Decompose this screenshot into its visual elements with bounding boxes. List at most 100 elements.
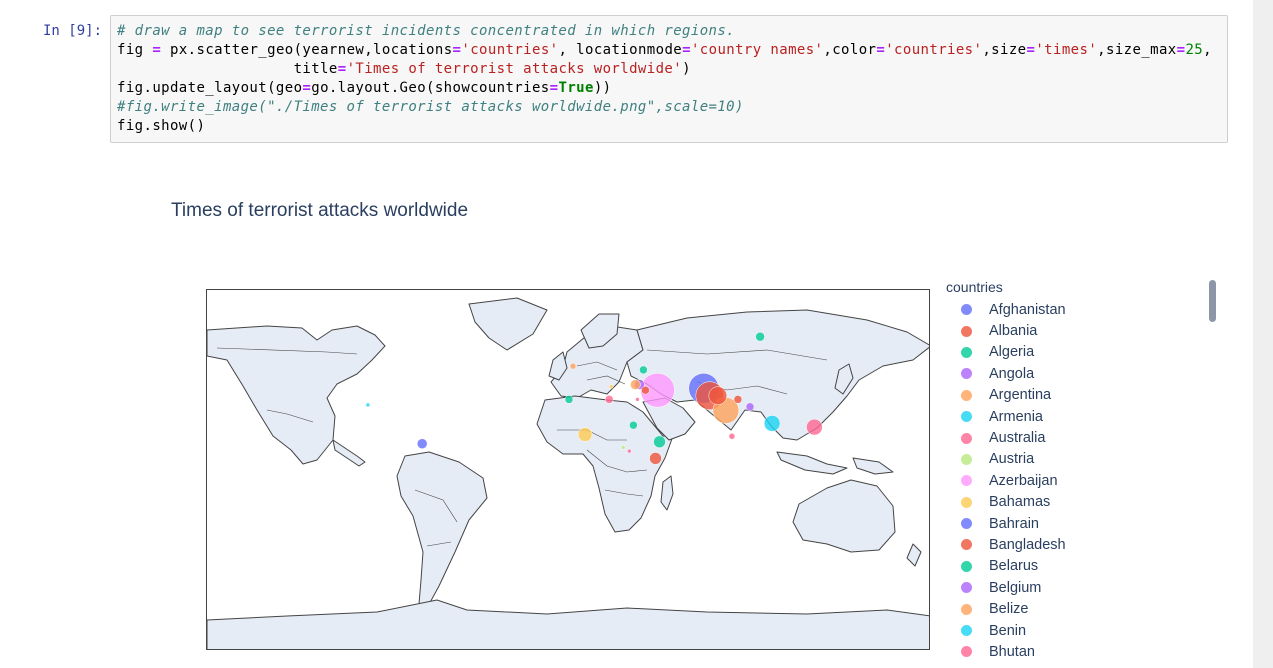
chart-legend[interactable]: countries Afghanistan Albania Algeria Angol… bbox=[946, 278, 1246, 668]
legend-label: Belize bbox=[989, 601, 1029, 618]
legend-item[interactable]: Azerbaijan bbox=[946, 470, 1246, 491]
code-number: 25 bbox=[1185, 42, 1204, 58]
map-point[interactable] bbox=[621, 445, 626, 450]
legend-item[interactable]: Afghanistan bbox=[946, 299, 1246, 320]
legend-item[interactable]: Benin bbox=[946, 620, 1246, 641]
legend-item[interactable]: Armenia bbox=[946, 406, 1246, 427]
legend-marker-icon bbox=[961, 518, 972, 530]
geo-map[interactable] bbox=[206, 289, 930, 650]
legend-label: Bangladesh bbox=[989, 536, 1066, 553]
map-point[interactable] bbox=[806, 418, 823, 436]
legend-marker-icon bbox=[961, 496, 972, 508]
land-australia bbox=[792, 479, 896, 553]
legend-label: Australia bbox=[989, 430, 1046, 447]
legend-label: Benin bbox=[989, 622, 1027, 639]
map-point[interactable] bbox=[708, 386, 728, 405]
code-operator: = bbox=[337, 61, 347, 77]
code-string: 'country names' bbox=[690, 42, 824, 58]
code-token: fig.show() bbox=[117, 118, 206, 134]
legend-label: Armenia bbox=[989, 408, 1043, 425]
legend-marker-icon bbox=[961, 325, 972, 337]
legend-items: Afghanistan Albania Algeria Angola Argentina… bbox=[946, 299, 1246, 663]
map-point[interactable] bbox=[728, 433, 736, 440]
geo-map-svg[interactable] bbox=[207, 290, 930, 650]
legend-label: Angola bbox=[989, 365, 1035, 382]
code-comment: #fig.write_image("./Times of terrorist a… bbox=[117, 99, 744, 115]
map-point[interactable] bbox=[763, 415, 781, 432]
map-point[interactable] bbox=[755, 331, 765, 342]
legend-label: Algeria bbox=[989, 344, 1035, 361]
land-new-zealand bbox=[906, 543, 922, 567]
legend-item[interactable]: Austria bbox=[946, 449, 1246, 470]
legend-item[interactable]: Bangladesh bbox=[946, 534, 1246, 555]
legend-item[interactable]: Albania bbox=[946, 320, 1246, 341]
map-point[interactable] bbox=[604, 395, 614, 404]
legend-item[interactable]: Argentina bbox=[946, 385, 1246, 406]
map-point[interactable] bbox=[639, 365, 648, 375]
code-cell[interactable]: # draw a map to see terrorist incidents … bbox=[110, 15, 1228, 143]
code-string: 'countries' bbox=[885, 42, 983, 58]
code-editor[interactable]: # draw a map to see terrorist incidents … bbox=[117, 22, 1212, 136]
map-point[interactable] bbox=[365, 402, 371, 408]
legend-label: Bhutan bbox=[989, 643, 1035, 660]
legend-label: Austria bbox=[989, 451, 1035, 468]
land-indonesia bbox=[776, 451, 848, 475]
code-token: fig bbox=[117, 42, 153, 58]
code-token: ) bbox=[682, 61, 691, 77]
land-central-america bbox=[332, 439, 366, 467]
legend-marker-icon bbox=[961, 346, 972, 358]
legend-item[interactable]: Australia bbox=[946, 427, 1246, 448]
land-new-guinea bbox=[852, 457, 894, 475]
legend-label: Argentina bbox=[989, 387, 1052, 404]
legend-item[interactable]: Bahrain bbox=[946, 513, 1246, 534]
code-token: ,size bbox=[982, 42, 1027, 58]
map-point[interactable] bbox=[627, 448, 632, 454]
legend-marker-icon bbox=[961, 475, 972, 487]
legend-marker-icon bbox=[961, 411, 972, 423]
legend-item[interactable]: Algeria bbox=[946, 342, 1246, 363]
legend-title: countries bbox=[946, 279, 1003, 295]
map-point[interactable] bbox=[653, 435, 666, 449]
legend-label: Afghanistan bbox=[989, 301, 1066, 318]
land-madagascar bbox=[660, 475, 674, 511]
map-point[interactable] bbox=[630, 379, 641, 390]
legend-marker-icon bbox=[961, 603, 972, 615]
code-string: 'countries' bbox=[461, 42, 559, 58]
cell-prompt: In [9]: bbox=[43, 23, 103, 39]
legend-item[interactable]: Bahamas bbox=[946, 492, 1246, 513]
code-token: , locationmode bbox=[558, 42, 683, 58]
legend-label: Belgium bbox=[989, 579, 1042, 596]
map-point[interactable] bbox=[608, 384, 614, 389]
code-token: px.scatter_geo(yearnew,locations bbox=[161, 42, 453, 58]
legend-marker-icon bbox=[961, 304, 972, 316]
map-point[interactable] bbox=[577, 427, 593, 442]
code-token: )) bbox=[593, 80, 612, 96]
land-greenland bbox=[468, 297, 548, 351]
map-point[interactable] bbox=[416, 438, 428, 449]
code-token: ,size_max bbox=[1097, 42, 1177, 58]
map-point[interactable] bbox=[569, 362, 577, 370]
legend-item[interactable]: Angola bbox=[946, 363, 1246, 384]
map-point[interactable] bbox=[649, 452, 662, 465]
code-string: 'times' bbox=[1035, 42, 1098, 58]
legend-item[interactable]: Belgium bbox=[946, 577, 1246, 598]
map-point[interactable] bbox=[564, 395, 574, 404]
legend-marker-icon bbox=[961, 646, 972, 658]
code-keyword: True bbox=[558, 80, 594, 96]
code-operator: = bbox=[876, 42, 886, 58]
legend-item[interactable]: Belarus bbox=[946, 556, 1246, 577]
legend-label: Azerbaijan bbox=[989, 472, 1058, 489]
legend-marker-icon bbox=[961, 539, 972, 551]
map-point[interactable] bbox=[629, 420, 638, 430]
map-point[interactable] bbox=[641, 385, 650, 395]
map-point[interactable] bbox=[635, 397, 640, 402]
code-operator: = bbox=[152, 42, 162, 58]
legend-item[interactable]: Bhutan bbox=[946, 641, 1246, 662]
legend-item[interactable]: Belize bbox=[946, 598, 1246, 619]
legend-marker-icon bbox=[961, 453, 972, 465]
code-token: , bbox=[1203, 42, 1212, 58]
map-point[interactable] bbox=[733, 395, 743, 404]
code-token: fig.update_layout(geo bbox=[117, 80, 303, 96]
map-point[interactable] bbox=[745, 402, 755, 412]
legend-scrollbar[interactable] bbox=[1209, 280, 1216, 322]
